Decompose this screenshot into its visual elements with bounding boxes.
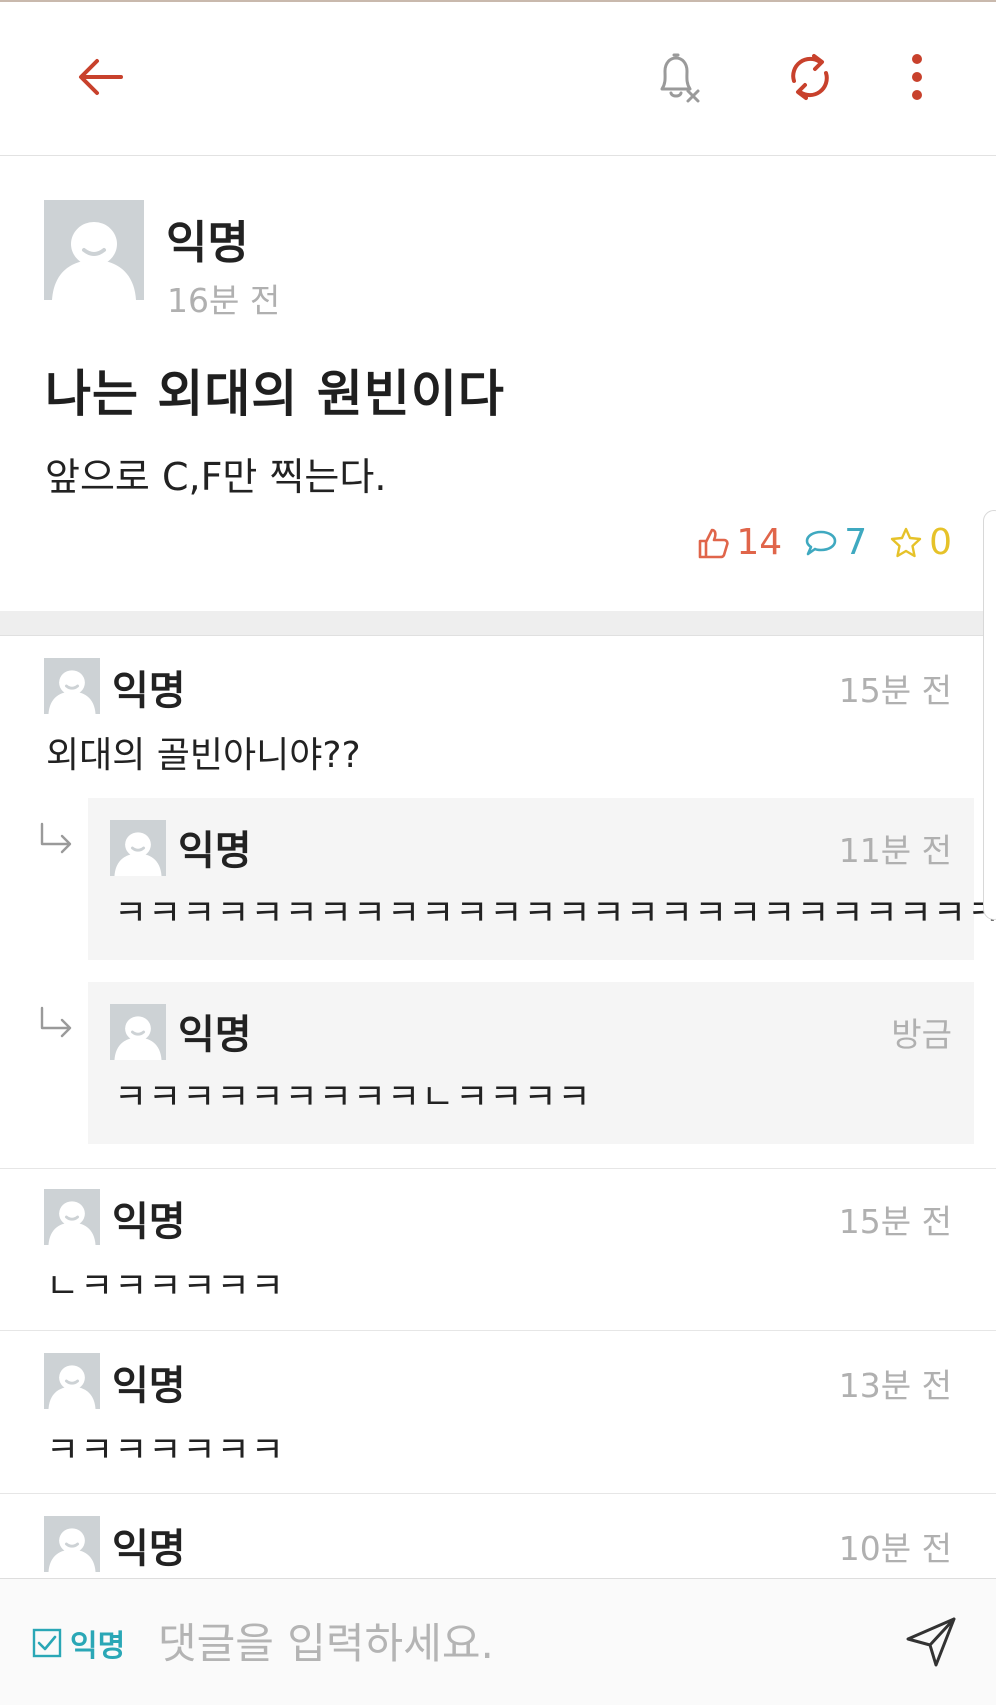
notification-toggle-button[interactable] [640, 44, 712, 110]
like-count[interactable]: 14 [696, 522, 782, 563]
comment-item: 익명 15분 전 ㄴㅋㅋㅋㅋㅋㅋ [0, 1169, 996, 1331]
speech-bubble-icon [805, 530, 837, 555]
bell-off-icon [660, 53, 700, 103]
default-avatar-icon [114, 1016, 162, 1060]
send-icon [906, 1617, 956, 1667]
comment-text: 외대의 골빈아니야?? [46, 735, 361, 776]
scrap-count-value: 0 [929, 522, 952, 563]
anonymous-checkbox[interactable]: 익명 [32, 1621, 125, 1665]
comment-time: 15분 전 [838, 1202, 952, 1241]
avatar [44, 1189, 100, 1245]
comment-time: 10분 전 [838, 1529, 952, 1568]
comment-input[interactable] [156, 1609, 880, 1677]
comment-author: 익명 [112, 1199, 186, 1245]
reply-time: 11분 전 [838, 831, 952, 870]
comment-text: ㄴㅋㅋㅋㅋㅋㅋ [46, 1266, 285, 1307]
default-avatar-icon [48, 1201, 96, 1245]
app-header [0, 2, 996, 156]
reply-text: ㅋㅋㅋㅋㅋㅋㅋㅋㅋㄴㅋㅋㅋㅋ [114, 1077, 592, 1118]
anonymous-label: 익명 [70, 1629, 126, 1664]
comment-count-value: 7 [844, 522, 868, 563]
avatar [110, 1004, 166, 1060]
comment-item: 익명 13분 전 ㅋㅋㅋㅋㅋㅋㅋ [0, 1331, 996, 1494]
avatar [44, 200, 144, 300]
comment-time: 13분 전 [838, 1366, 952, 1405]
avatar [44, 1353, 100, 1409]
comment-author: 익명 [112, 1363, 186, 1409]
comment-item: 익명 10분 전 [0, 1494, 996, 1578]
send-button[interactable] [896, 1609, 966, 1675]
reply-author: 익명 [178, 828, 252, 874]
like-count-value: 14 [736, 522, 783, 563]
post-author: 익명 [166, 216, 249, 269]
reply-time: 방금 [891, 1015, 952, 1054]
scrollbar-handle[interactable] [983, 510, 996, 920]
star-icon [890, 527, 922, 557]
post-stats: 14 7 0 [674, 522, 952, 563]
scrap-count[interactable]: 0 [889, 522, 952, 563]
reply-item: 익명 11분 전 ㅋㅋㅋㅋㅋㅋㅋㅋㅋㅋㅋㅋㅋㅋㅋㅋㅋㅋㅋㅋㅋㅋㅋㅋㅋㅋㅋ [88, 798, 996, 960]
comment-count[interactable]: 7 [804, 522, 867, 563]
avatar [110, 820, 166, 876]
back-button[interactable] [60, 44, 140, 110]
reply-text: ㅋㅋㅋㅋㅋㅋㅋㅋㅋㅋㅋㅋㅋㅋㅋㅋㅋㅋㅋㅋㅋㅋㅋㅋㅋㅋㅋ [114, 893, 996, 934]
default-avatar-icon [48, 1528, 96, 1572]
reply-arrow-icon [40, 1006, 72, 1038]
thumbs-up-icon [699, 528, 730, 558]
reply-item: 익명 방금 ㅋㅋㅋㅋㅋㅋㅋㅋㅋㄴㅋㅋㅋㅋ [88, 982, 974, 1144]
more-options-button[interactable] [890, 44, 944, 110]
section-divider [0, 611, 996, 636]
reply-author: 익명 [178, 1012, 252, 1058]
back-arrow-icon [79, 59, 123, 95]
comment-item: 익명 15분 전 외대의 골빈아니야?? 익명 11분 전 ㅋㅋㅋㅋㅋㅋㅋㅋㅋㅋ… [0, 636, 996, 1169]
comment-author: 익명 [112, 1526, 186, 1572]
default-avatar-icon [48, 1365, 96, 1409]
post-time: 16분 전 [167, 281, 281, 320]
default-avatar-icon [114, 832, 162, 876]
refresh-icon [791, 54, 829, 100]
comment-time: 15분 전 [838, 671, 952, 710]
comment-input-bar: 익명 [0, 1578, 996, 1705]
comment-text: ㅋㅋㅋㅋㅋㅋㅋ [46, 1430, 285, 1471]
post-title: 나는 외대의 원빈이다 [45, 365, 505, 423]
avatar [44, 1516, 100, 1572]
default-avatar-icon [48, 670, 96, 714]
reply-arrow-icon [40, 822, 72, 854]
comment-author: 익명 [112, 668, 186, 714]
post-body: 앞으로 C,F만 찍는다. [45, 455, 387, 499]
avatar [44, 658, 100, 714]
post: 익명 16분 전 나는 외대의 원빈이다 앞으로 C,F만 찍는다. 14 7 … [0, 156, 996, 611]
default-avatar-icon [52, 222, 136, 300]
checkbox-checked-icon [32, 1628, 62, 1658]
more-vertical-icon [912, 54, 922, 100]
refresh-button[interactable] [770, 44, 850, 110]
